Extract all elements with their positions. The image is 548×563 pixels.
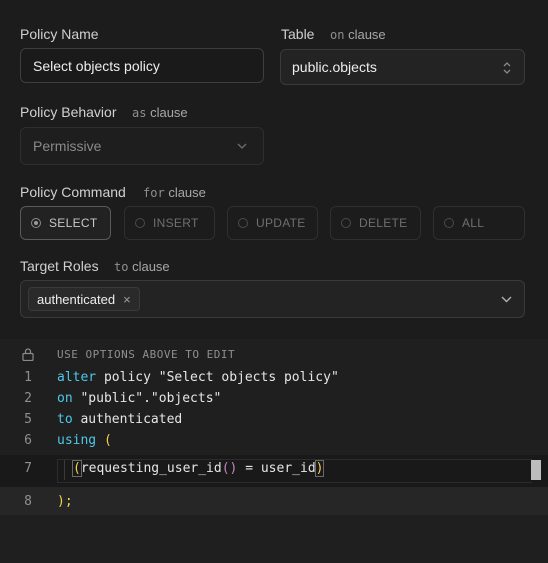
- role-chip-authenticated: authenticated ×: [28, 287, 140, 311]
- code-line-5: to authenticated: [57, 412, 182, 427]
- command-clause-hint: for clause: [143, 185, 206, 200]
- roles-clause-hint: to clause: [114, 259, 170, 274]
- sql-keyword: alter: [57, 370, 97, 385]
- line-number: 7: [24, 461, 32, 476]
- table-clause-hint: on clause: [330, 27, 386, 42]
- editor-hint: USE OPTIONS ABOVE TO EDIT: [57, 348, 236, 361]
- chevron-up-down-icon: [503, 62, 511, 74]
- radio-icon: [135, 218, 145, 228]
- line-number: 6: [24, 433, 32, 448]
- table-label: Table: [281, 26, 315, 42]
- indent-guide: [64, 460, 65, 480]
- policy-name-value: Select objects policy: [33, 57, 160, 74]
- command-option-label: DELETE: [359, 216, 408, 230]
- command-clause-keyword: for: [143, 186, 165, 200]
- lock-icon: [22, 348, 34, 361]
- command-option-all[interactable]: ALL: [433, 206, 525, 240]
- behavior-select[interactable]: Permissive: [20, 127, 264, 165]
- sql-text: = user_id: [237, 461, 316, 476]
- code-line-7: (requesting_user_id() = user_id): [72, 460, 325, 477]
- radio-selected-icon: [31, 218, 41, 228]
- sql-function: requesting_user_id: [80, 461, 222, 476]
- sql-paren: );: [57, 494, 73, 509]
- sql-call-parens: (): [221, 461, 238, 476]
- command-clause-word: clause: [168, 185, 206, 200]
- table-select-value: public.objects: [292, 59, 377, 75]
- line-number: 8: [24, 494, 32, 509]
- table-clause-keyword: on: [330, 28, 345, 42]
- table-select[interactable]: public.objects: [280, 49, 525, 85]
- behavior-label: Policy Behavior: [20, 104, 117, 120]
- behavior-clause-hint: as clause: [132, 105, 188, 120]
- code-line-2: on "public"."objects": [57, 391, 221, 406]
- code-line-8: );: [57, 494, 73, 509]
- sql-editor[interactable]: USE OPTIONS ABOVE TO EDIT 1 alter policy…: [0, 339, 548, 563]
- command-option-select[interactable]: SELECT: [20, 206, 111, 240]
- behavior-clause-keyword: as: [132, 106, 147, 120]
- radio-icon: [341, 218, 351, 228]
- roles-label: Target Roles: [20, 258, 99, 274]
- sql-paren: (: [72, 460, 82, 477]
- command-option-insert[interactable]: INSERT: [124, 206, 215, 240]
- chevron-down-icon: [501, 296, 512, 303]
- line-number: 2: [24, 391, 32, 406]
- sql-keyword: using: [57, 433, 97, 448]
- line-number: 1: [24, 370, 32, 385]
- sql-text: policy "Select objects policy": [96, 370, 339, 385]
- sql-paren: ): [314, 460, 325, 477]
- sql-text: authenticated: [72, 412, 183, 427]
- sql-keyword: to: [57, 412, 73, 427]
- command-option-label: SELECT: [49, 216, 98, 230]
- roles-clause-keyword: to: [114, 260, 129, 274]
- policy-name-label: Policy Name: [20, 26, 99, 42]
- role-chip-label: authenticated: [37, 291, 116, 307]
- line-number: 5: [24, 412, 32, 427]
- sql-text: "public"."objects": [72, 391, 222, 406]
- remove-chip-icon[interactable]: ×: [123, 293, 131, 306]
- command-option-label: INSERT: [153, 216, 199, 230]
- command-option-delete[interactable]: DELETE: [330, 206, 421, 240]
- footer-line-bg: [0, 487, 548, 515]
- radio-icon: [238, 218, 248, 228]
- sql-paren: (: [103, 433, 112, 448]
- command-label: Policy Command: [20, 184, 126, 200]
- behavior-select-value: Permissive: [33, 138, 102, 154]
- roles-clause-word: clause: [132, 259, 170, 274]
- command-option-update[interactable]: UPDATE: [227, 206, 318, 240]
- table-clause-word: clause: [348, 27, 386, 42]
- sql-keyword: on: [57, 391, 73, 406]
- radio-icon: [444, 218, 454, 228]
- behavior-clause-word: clause: [150, 105, 188, 120]
- chevron-down-icon: [237, 143, 247, 149]
- policy-name-input[interactable]: Select objects policy: [20, 48, 264, 83]
- editor-scrollbar-thumb[interactable]: [531, 460, 541, 480]
- command-option-label: UPDATE: [256, 216, 306, 230]
- code-line-6: using (: [57, 433, 112, 448]
- command-option-label: ALL: [462, 216, 485, 230]
- code-line-1: alter policy "Select objects policy": [57, 370, 339, 385]
